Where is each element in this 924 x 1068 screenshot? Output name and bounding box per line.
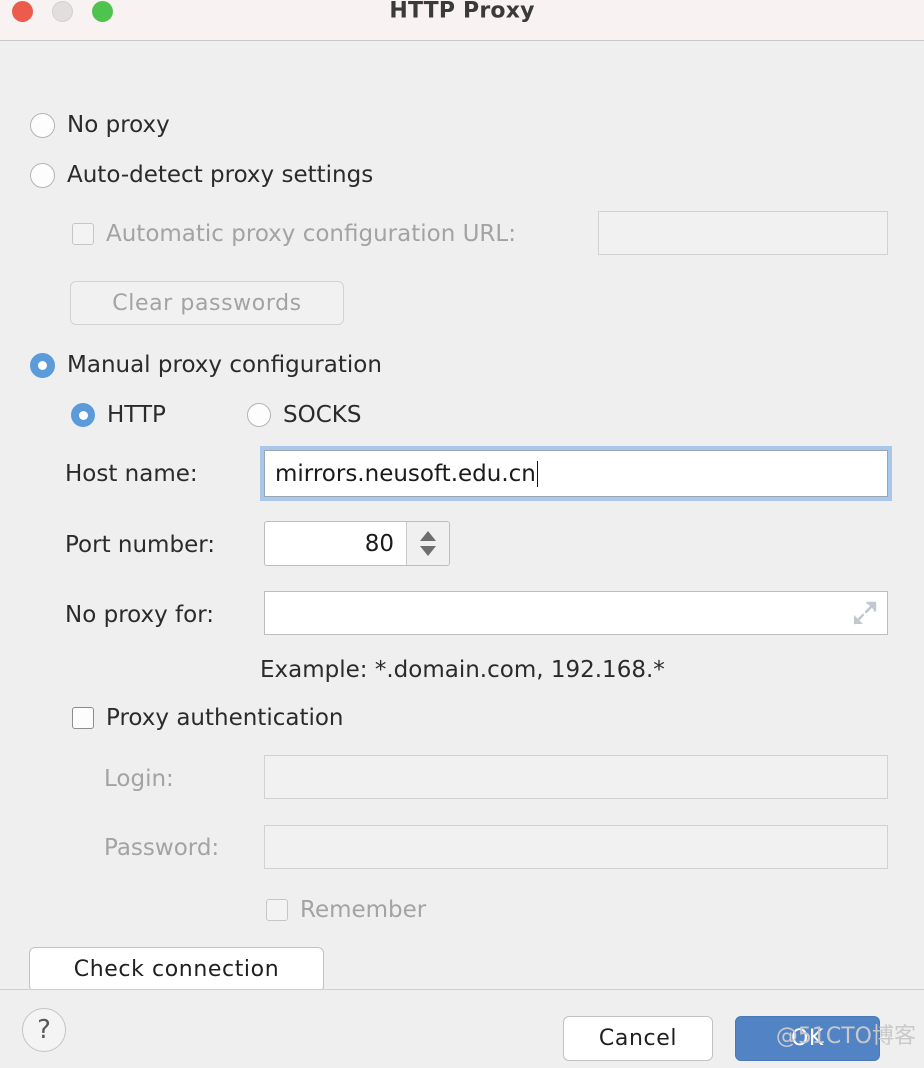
checkbox-remember-label: Remember xyxy=(300,897,426,923)
check-connection-button[interactable]: Check connection xyxy=(29,947,324,992)
port-number-label: Port number: xyxy=(65,532,215,558)
radio-manual-proxy-indicator[interactable] xyxy=(30,353,55,378)
radio-auto-detect[interactable]: Auto-detect proxy settings xyxy=(30,162,373,188)
radio-no-proxy[interactable]: No proxy xyxy=(30,112,170,138)
radio-no-proxy-indicator[interactable] xyxy=(30,113,55,138)
port-number-stepper[interactable] xyxy=(406,522,449,565)
radio-http-indicator[interactable] xyxy=(71,403,95,427)
radio-no-proxy-label: No proxy xyxy=(67,112,170,138)
radio-socks-label: SOCKS xyxy=(283,402,361,428)
cancel-button[interactable]: Cancel xyxy=(563,1016,713,1061)
radio-protocol-socks[interactable]: SOCKS xyxy=(247,402,361,428)
stepper-down-icon[interactable] xyxy=(420,546,436,556)
dialog-footer: ? Cancel OK @51CTO博客 xyxy=(0,989,924,1068)
port-number-spinner[interactable]: 80 xyxy=(264,521,450,566)
window-title: HTTP Proxy xyxy=(0,0,924,24)
no-proxy-for-input[interactable] xyxy=(264,591,888,635)
radio-auto-detect-indicator[interactable] xyxy=(30,163,55,188)
password-label: Password: xyxy=(104,835,219,861)
checkbox-remember-indicator[interactable] xyxy=(266,899,288,921)
password-input[interactable] xyxy=(264,825,888,869)
checkbox-auto-config-url-indicator[interactable] xyxy=(72,223,94,245)
clear-passwords-button[interactable]: Clear passwords xyxy=(70,281,344,325)
radio-manual-proxy[interactable]: Manual proxy configuration xyxy=(30,352,382,378)
expand-icon[interactable] xyxy=(851,600,877,626)
host-name-label: Host name: xyxy=(65,461,198,487)
radio-protocol-http[interactable]: HTTP xyxy=(71,402,166,428)
host-name-value: mirrors.neusoft.edu.cn xyxy=(275,461,536,487)
login-label: Login: xyxy=(104,766,174,792)
checkbox-proxy-authentication-indicator[interactable] xyxy=(72,707,94,729)
login-input[interactable] xyxy=(264,755,888,799)
dialog-content: No proxy Auto-detect proxy settings Auto… xyxy=(0,41,924,989)
auto-config-url-input[interactable] xyxy=(598,211,888,255)
checkbox-remember[interactable]: Remember xyxy=(266,897,426,923)
radio-socks-indicator[interactable] xyxy=(247,403,271,427)
help-button[interactable]: ? xyxy=(22,1008,66,1052)
checkbox-proxy-authentication[interactable]: Proxy authentication xyxy=(72,705,344,731)
no-proxy-for-label: No proxy for: xyxy=(65,602,214,628)
radio-http-label: HTTP xyxy=(107,402,166,428)
radio-manual-proxy-label: Manual proxy configuration xyxy=(67,352,382,378)
text-caret xyxy=(537,461,538,487)
ok-button[interactable]: OK xyxy=(735,1016,880,1061)
radio-auto-detect-label: Auto-detect proxy settings xyxy=(67,162,373,188)
host-name-input[interactable]: mirrors.neusoft.edu.cn xyxy=(264,450,888,497)
stepper-up-icon[interactable] xyxy=(420,531,436,541)
title-bar: HTTP Proxy xyxy=(0,0,924,41)
checkbox-auto-config-url[interactable]: Automatic proxy configuration URL: xyxy=(72,221,516,247)
checkbox-auto-config-url-label: Automatic proxy configuration URL: xyxy=(106,221,516,247)
example-hint: Example: *.domain.com, 192.168.* xyxy=(260,657,665,683)
http-proxy-dialog: HTTP Proxy No proxy Auto-detect proxy se… xyxy=(0,0,924,1068)
port-number-value: 80 xyxy=(365,531,406,557)
checkbox-proxy-authentication-label: Proxy authentication xyxy=(106,705,344,731)
